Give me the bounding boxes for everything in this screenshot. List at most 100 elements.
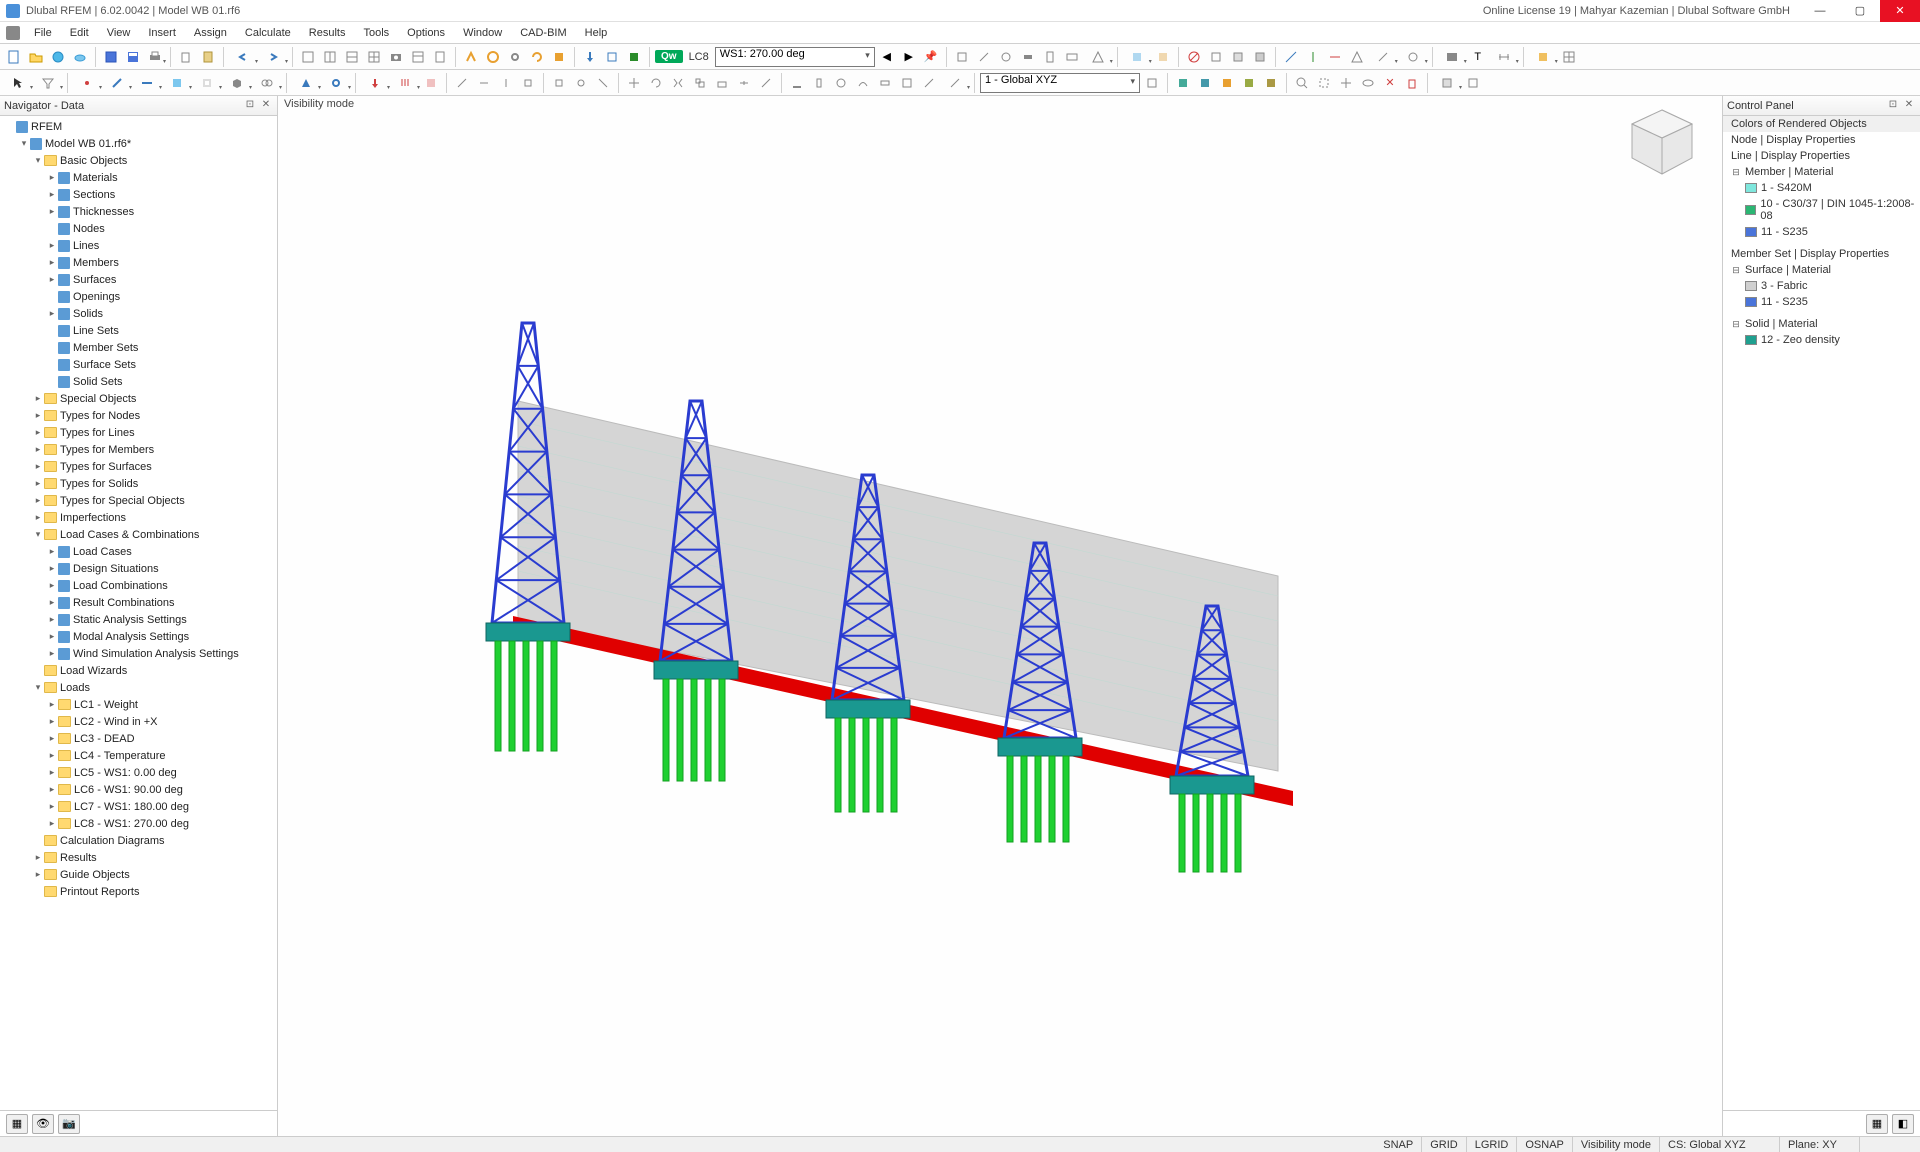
tree-loads[interactable]: ▾Loads — [0, 679, 277, 696]
display-icon[interactable]: ▾ — [1438, 47, 1466, 67]
next-lc-icon[interactable]: ▶ — [899, 47, 919, 67]
dim-icon[interactable]: ▾ — [1490, 47, 1518, 67]
menu-cadbim[interactable]: CAD-BIM — [512, 25, 574, 41]
tree-lcc-1[interactable]: ▸Design Situations — [0, 560, 277, 577]
mod7-icon[interactable]: ▾ — [941, 73, 969, 93]
cloud-icon[interactable] — [70, 47, 90, 67]
section-icon[interactable] — [787, 73, 807, 93]
tree-group-4[interactable]: ▸Types for Surfaces — [0, 458, 277, 475]
pin-icon[interactable]: 📌 — [921, 47, 941, 67]
open-icon[interactable] — [26, 47, 46, 67]
tree-root[interactable]: RFEM — [0, 118, 277, 135]
maximize-button[interactable]: ▢ — [1840, 0, 1880, 22]
new-icon[interactable] — [4, 47, 24, 67]
render1-icon[interactable] — [1173, 73, 1193, 93]
cp-solids-item-0[interactable]: 12 - Zeo density — [1723, 332, 1920, 348]
select-icon[interactable]: ▾ — [4, 73, 32, 93]
menu-edit[interactable]: Edit — [62, 25, 97, 41]
snap2-icon[interactable] — [571, 73, 591, 93]
support-icon[interactable]: ▾ — [292, 73, 320, 93]
saveas-icon[interactable] — [123, 47, 143, 67]
cp-surface-mat[interactable]: ⊟Surface | Material — [1723, 262, 1920, 278]
doc-icon[interactable] — [430, 47, 450, 67]
axis2-icon[interactable] — [1303, 47, 1323, 67]
paste-icon[interactable] — [198, 47, 218, 67]
tool-e-icon[interactable] — [1040, 47, 1060, 67]
axis4-icon[interactable] — [1347, 47, 1367, 67]
render5-icon[interactable] — [1261, 73, 1281, 93]
tool-f-icon[interactable] — [1062, 47, 1082, 67]
tree-group-7[interactable]: ▸Imperfections — [0, 509, 277, 526]
orbit-icon[interactable] — [1358, 73, 1378, 93]
control-panel-close-icon[interactable]: ✕ — [1902, 99, 1916, 113]
tree-basic-1[interactable]: ▸Sections — [0, 186, 277, 203]
render-icon[interactable]: ▾ — [1529, 47, 1557, 67]
measure-icon[interactable] — [452, 73, 472, 93]
undo-icon[interactable]: ▾ — [229, 47, 257, 67]
cp-members-item-2[interactable]: 11 - S235 — [1723, 224, 1920, 240]
status-vis[interactable]: Visibility mode — [1573, 1137, 1660, 1152]
tree-bottom-1[interactable]: ▸Results — [0, 849, 277, 866]
mod1-icon[interactable] — [809, 73, 829, 93]
tree-group-6[interactable]: ▸Types for Special Objects — [0, 492, 277, 509]
cp-members-item-0[interactable]: 1 - S420M — [1723, 180, 1920, 196]
tree-basic-9[interactable]: Line Sets — [0, 322, 277, 339]
measure2-icon[interactable] — [474, 73, 494, 93]
tool-g-icon[interactable]: ▾ — [1084, 47, 1112, 67]
tool-h-icon[interactable]: ▾ — [1123, 47, 1151, 67]
tree-load-2[interactable]: ▸LC3 - DEAD — [0, 730, 277, 747]
load2-icon[interactable]: ▾ — [391, 73, 419, 93]
mod5-icon[interactable] — [897, 73, 917, 93]
loadcase-combo[interactable]: WS1: 270.00 deg — [715, 47, 875, 67]
tree-basic-5[interactable]: ▸Members — [0, 254, 277, 271]
tree-lcc-4[interactable]: ▸Static Analysis Settings — [0, 611, 277, 628]
tree-load-0[interactable]: ▸LC1 - Weight — [0, 696, 277, 713]
rotate-icon[interactable] — [646, 73, 666, 93]
set-icon[interactable]: ▾ — [253, 73, 281, 93]
tree-lcc-6[interactable]: ▸Wind Simulation Analysis Settings — [0, 645, 277, 662]
tool-b-icon[interactable] — [974, 47, 994, 67]
cp-surfaces-item-0[interactable]: 3 - Fabric — [1723, 278, 1920, 294]
mirror-icon[interactable] — [668, 73, 688, 93]
filter-icon[interactable]: ▾ — [34, 73, 62, 93]
render3-icon[interactable] — [1217, 73, 1237, 93]
cp-member-mat[interactable]: ⊟Member | Material — [1723, 164, 1920, 180]
render4-icon[interactable] — [1239, 73, 1259, 93]
stop-icon[interactable] — [624, 47, 644, 67]
tree-lcc-0[interactable]: ▸Load Cases — [0, 543, 277, 560]
tree-group-2[interactable]: ▸Types for Lines — [0, 424, 277, 441]
box2-icon[interactable] — [1228, 47, 1248, 67]
delete-results-icon[interactable] — [549, 47, 569, 67]
view2-icon[interactable] — [320, 47, 340, 67]
visibility-icon[interactable] — [1184, 47, 1204, 67]
render2-icon[interactable] — [1195, 73, 1215, 93]
zoom-ext-icon[interactable] — [1292, 73, 1312, 93]
measure4-icon[interactable] — [518, 73, 538, 93]
axis3-icon[interactable] — [1325, 47, 1345, 67]
axis6-icon[interactable]: ▾ — [1399, 47, 1427, 67]
cs-combo[interactable]: 1 - Global XYZ — [980, 73, 1140, 93]
navigator-close-icon[interactable]: ✕ — [259, 99, 273, 113]
nav-tab-views-icon[interactable]: 📷 — [58, 1114, 80, 1134]
extrude-icon[interactable] — [712, 73, 732, 93]
mod6-icon[interactable] — [919, 73, 939, 93]
tree-bottom-2[interactable]: ▸Guide Objects — [0, 866, 277, 883]
load-icon[interactable] — [580, 47, 600, 67]
delete-icon[interactable] — [1402, 73, 1422, 93]
axis5-icon[interactable]: ▾ — [1369, 47, 1397, 67]
solid-icon[interactable]: ▾ — [223, 73, 251, 93]
zoom-win-icon[interactable] — [1314, 73, 1334, 93]
move-icon[interactable] — [624, 73, 644, 93]
tree-load-5[interactable]: ▸LC6 - WS1: 90.00 deg — [0, 781, 277, 798]
axis1-icon[interactable] — [1281, 47, 1301, 67]
tree-basic-0[interactable]: ▸Materials — [0, 169, 277, 186]
tree-load-6[interactable]: ▸LC7 - WS1: 180.00 deg — [0, 798, 277, 815]
hinge-icon[interactable]: ▾ — [322, 73, 350, 93]
close-button[interactable]: ✕ — [1880, 0, 1920, 22]
mod2-icon[interactable] — [831, 73, 851, 93]
load2-icon[interactable] — [602, 47, 622, 67]
status-lgrid[interactable]: LGRID — [1467, 1137, 1518, 1152]
gear-icon[interactable] — [505, 47, 525, 67]
tool-c-icon[interactable] — [996, 47, 1016, 67]
menu-assign[interactable]: Assign — [186, 25, 235, 41]
